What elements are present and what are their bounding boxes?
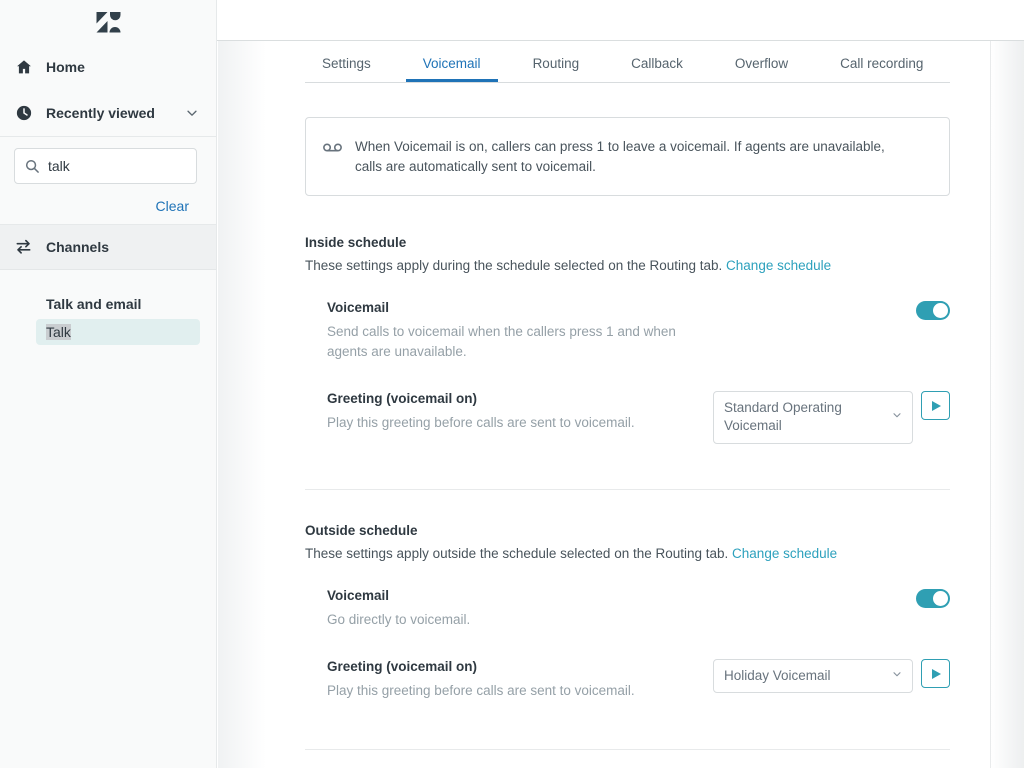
outside-voicemail-row: Voicemail Go directly to voicemail. [327,588,950,630]
search-icon [25,159,40,174]
section-divider [305,749,950,750]
inside-voicemail-toggle[interactable] [916,301,950,320]
sidebar: Home Recently viewed Clear [0,0,217,768]
clock-icon [14,103,34,123]
top-bar [217,0,1024,41]
outside-schedule-desc: These settings apply outside the schedul… [305,546,950,561]
tab-overflow[interactable]: Overflow [718,47,805,82]
select-chevron-icon [891,408,903,426]
toggle-knob [933,303,948,318]
outside-greeting-select[interactable]: Holiday Voicemail [713,659,913,693]
sidebar-item-home[interactable]: Home [0,53,216,81]
outside-voicemail-desc: Go directly to voicemail. [327,610,470,630]
outside-voicemail-toggle[interactable] [916,589,950,608]
main-pane: Settings Voicemail Routing Callback Over… [217,41,1024,768]
inside-greeting-controls: Standard Operating Voicemail [713,391,950,443]
toggle-knob [933,591,948,606]
sidebar-group-talk-and-email: Talk and email [46,296,141,312]
outside-greeting-selected-value: Holiday Voicemail [724,668,831,683]
recently-viewed-label: Recently viewed [46,105,155,121]
inside-schedule-desc-text: These settings apply during the schedule… [305,258,722,273]
outside-schedule-desc-text: These settings apply outside the schedul… [305,546,728,561]
inside-greeting-selected-value: Standard Operating Voicemail [724,400,842,433]
play-icon [932,401,941,411]
chevron-down-icon[interactable] [185,106,199,125]
zendesk-logo [0,7,216,37]
settings-tab-bar: Settings Voicemail Routing Callback Over… [305,47,950,83]
outside-greeting-label: Greeting (voicemail on) [327,659,635,674]
tab-settings[interactable]: Settings [305,47,388,82]
sidebar-item-recently-viewed[interactable]: Recently viewed [0,99,216,127]
channels-arrows-icon [14,237,34,257]
inside-greeting-desc: Play this greeting before calls are sent… [327,413,635,433]
banner-text: When Voicemail is on, callers can press … [355,137,909,176]
sidebar-search[interactable] [14,148,197,184]
talk-label: Talk [46,324,71,340]
outside-greeting-play-button[interactable] [921,659,950,688]
outside-greeting-desc: Play this greeting before calls are sent… [327,681,635,701]
outside-voicemail-label: Voicemail [327,588,470,603]
tab-callback[interactable]: Callback [614,47,700,82]
inside-greeting-info: Greeting (voicemail on) Play this greeti… [327,391,635,433]
left-scroll-shadow [218,41,266,768]
channels-label: Channels [46,239,109,255]
tab-voicemail[interactable]: Voicemail [406,47,498,82]
tab-routing[interactable]: Routing [516,47,597,82]
home-icon [14,57,34,77]
clear-search-link[interactable]: Clear [156,198,189,214]
sidebar-item-talk[interactable]: Talk [36,319,200,345]
outside-greeting-info: Greeting (voicemail on) Play this greeti… [327,659,635,701]
change-schedule-link-inside[interactable]: Change schedule [726,258,831,273]
section-divider [305,489,950,490]
outside-greeting-row: Greeting (voicemail on) Play this greeti… [327,659,950,701]
inside-schedule-desc: These settings apply during the schedule… [305,258,950,273]
inside-greeting-play-button[interactable] [921,391,950,420]
inside-voicemail-label: Voicemail [327,300,717,315]
inside-greeting-row: Greeting (voicemail on) Play this greeti… [327,391,950,443]
search-input[interactable] [48,158,178,174]
zendesk-logo-icon [95,11,122,34]
inside-voicemail-desc: Send calls to voicemail when the callers… [327,322,717,361]
outside-voicemail-info: Voicemail Go directly to voicemail. [327,588,470,630]
outside-greeting-controls: Holiday Voicemail [713,659,950,693]
sidebar-item-channels[interactable]: Channels [0,225,216,270]
select-chevron-icon [891,667,903,685]
right-edge-strip [990,41,1024,768]
inside-voicemail-row: Voicemail Send calls to voicemail when t… [327,300,950,361]
inside-greeting-label: Greeting (voicemail on) [327,391,635,406]
voicemail-settings-content: Settings Voicemail Routing Callback Over… [305,41,950,768]
play-icon [932,669,941,679]
sidebar-divider [0,136,216,137]
change-schedule-link-outside[interactable]: Change schedule [732,546,837,561]
voicemail-info-banner: When Voicemail is on, callers can press … [305,117,950,196]
home-label: Home [46,59,85,75]
tab-call-recording[interactable]: Call recording [823,47,940,82]
inside-greeting-select[interactable]: Standard Operating Voicemail [713,391,913,443]
inside-schedule-title: Inside schedule [305,235,950,250]
outside-schedule-title: Outside schedule [305,523,950,538]
voicemail-icon [322,140,343,160]
inside-voicemail-info: Voicemail Send calls to voicemail when t… [327,300,717,361]
